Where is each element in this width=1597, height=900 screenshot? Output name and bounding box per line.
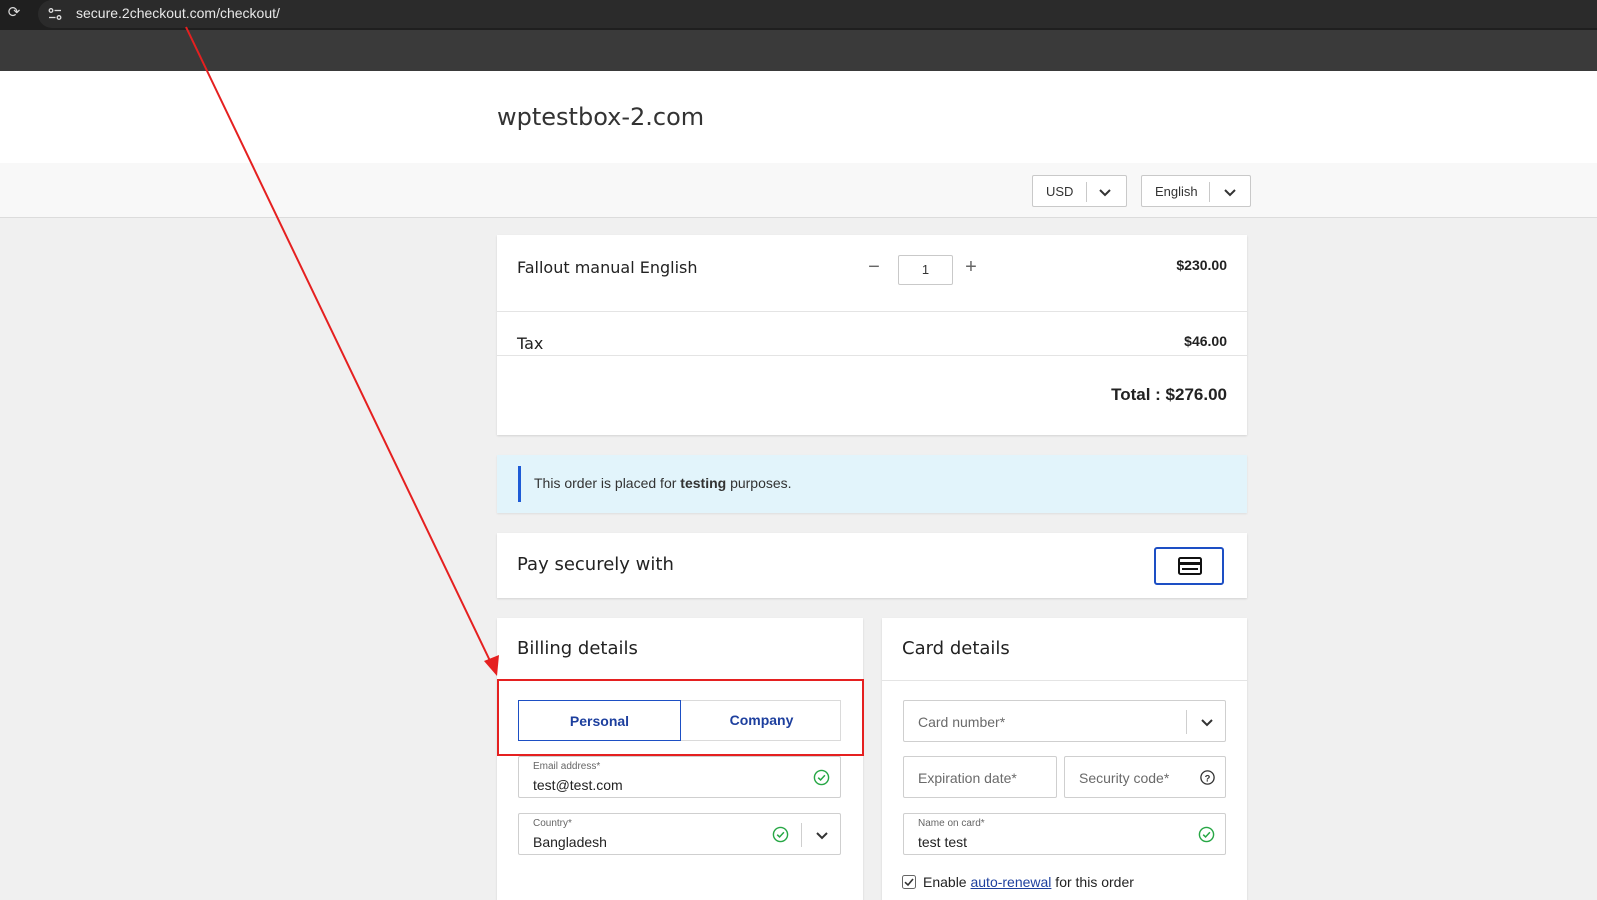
- tax-label: Tax: [517, 334, 544, 353]
- company-tab[interactable]: Company: [681, 700, 842, 741]
- divider: [497, 355, 1247, 356]
- auto-renewal-option: Enable auto-renewal for this order: [902, 874, 1134, 890]
- language-select[interactable]: English: [1141, 175, 1251, 207]
- credit-card-icon: [1178, 557, 1202, 575]
- expiration-date-field[interactable]: Expiration date*: [903, 756, 1057, 798]
- url-text[interactable]: secure.2checkout.com/checkout/: [76, 5, 280, 21]
- card-number-field[interactable]: Card number*: [903, 700, 1226, 742]
- email-value[interactable]: test@test.com: [533, 777, 623, 793]
- site-title: wptestbox-2.com: [497, 103, 705, 131]
- address-bar[interactable]: secure.2checkout.com/checkout/: [38, 0, 1597, 28]
- select-divider: [801, 823, 802, 847]
- check-circle-icon: [813, 769, 830, 786]
- security-code-placeholder: Security code*: [1079, 770, 1170, 786]
- chevron-down-icon: [1099, 189, 1111, 197]
- tax-value: $46.00: [1184, 333, 1227, 349]
- quantity-decrease-button[interactable]: −: [863, 255, 885, 279]
- billing-details-card: Billing details Personal Company Email a…: [497, 618, 863, 900]
- billing-title: Billing details: [517, 638, 638, 659]
- notice-text: This order is placed for testing purpose…: [534, 475, 792, 491]
- divider: [882, 680, 1247, 681]
- payment-title: Pay securely with: [517, 554, 674, 575]
- page-header: wptestbox-2.com: [0, 71, 1597, 163]
- chevron-down-icon[interactable]: [814, 827, 830, 843]
- auto-renewal-link[interactable]: auto-renewal: [970, 874, 1051, 890]
- currency-value: USD: [1046, 184, 1074, 199]
- expiration-placeholder: Expiration date*: [918, 770, 1017, 786]
- name-on-card-value[interactable]: test test: [918, 834, 967, 850]
- country-value[interactable]: Bangladesh: [533, 834, 607, 850]
- card-payment-button[interactable]: [1154, 547, 1224, 585]
- select-divider: [1209, 182, 1210, 202]
- card-title: Card details: [902, 638, 1010, 659]
- svg-text:?: ?: [1205, 773, 1211, 784]
- country-select[interactable]: Country* Bangladesh: [518, 813, 841, 855]
- product-name: Fallout manual English: [517, 258, 698, 277]
- language-value: English: [1155, 184, 1198, 199]
- reload-icon[interactable]: ⟳: [5, 4, 23, 22]
- order-total: Total : $276.00: [1111, 385, 1227, 404]
- quantity-input[interactable]: 1: [898, 255, 953, 285]
- auto-renewal-checkbox[interactable]: [902, 875, 916, 889]
- payment-method-card: Pay securely with: [497, 533, 1247, 598]
- checkmark-icon: [902, 875, 916, 889]
- quantity-increase-button[interactable]: +: [960, 255, 982, 279]
- notice-accent-bar: [518, 466, 521, 502]
- check-circle-icon: [772, 826, 789, 843]
- selector-bar: USD English: [0, 163, 1597, 218]
- order-summary-card: Fallout manual English − 1 + $230.00 Tax…: [497, 235, 1247, 435]
- check-circle-icon: [1198, 826, 1215, 843]
- select-divider: [1086, 182, 1087, 202]
- site-info-icon[interactable]: [47, 6, 63, 22]
- security-code-field[interactable]: Security code* ?: [1064, 756, 1226, 798]
- name-on-card-label: Name on card*: [918, 818, 985, 829]
- personal-tab[interactable]: Personal: [518, 700, 681, 741]
- test-order-notice: This order is placed for testing purpose…: [497, 455, 1247, 513]
- card-number-placeholder: Card number*: [918, 714, 1006, 730]
- card-details-card: Card details Card number* Expiration dat…: [882, 618, 1247, 900]
- renew-text-after: for this order: [1051, 874, 1134, 890]
- country-label: Country*: [533, 818, 572, 829]
- product-price: $230.00: [1176, 257, 1227, 273]
- divider: [497, 311, 1247, 312]
- select-divider: [1186, 710, 1187, 734]
- email-label: Email address*: [533, 761, 601, 772]
- name-on-card-field[interactable]: Name on card* test test: [903, 813, 1226, 855]
- email-field[interactable]: Email address* test@test.com: [518, 756, 841, 798]
- chevron-down-icon[interactable]: [1199, 714, 1215, 730]
- browser-toolbar-band: [0, 30, 1597, 71]
- currency-select[interactable]: USD: [1032, 175, 1127, 207]
- chevron-down-icon: [1224, 189, 1236, 197]
- customer-type-toggle: Personal Company: [518, 700, 841, 741]
- renew-text-before: Enable: [923, 874, 971, 890]
- help-icon[interactable]: ?: [1199, 769, 1216, 786]
